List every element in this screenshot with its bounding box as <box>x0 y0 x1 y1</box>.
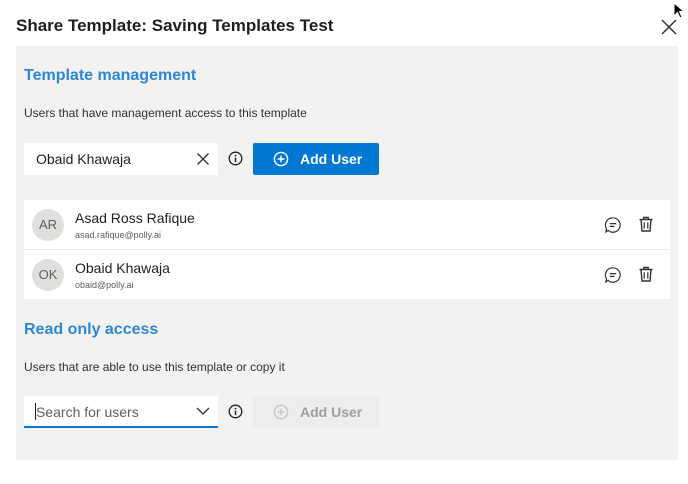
clear-icon[interactable] <box>196 152 210 166</box>
chevron-down-icon[interactable] <box>196 406 210 416</box>
info-icon[interactable] <box>228 151 243 166</box>
close-icon[interactable] <box>659 17 679 37</box>
text-caret <box>35 403 36 420</box>
user-email: obaid@polly.ai <box>75 280 134 290</box>
add-circle-icon <box>273 151 289 167</box>
delete-icon[interactable] <box>637 265 655 283</box>
readonly-description: Users that are able to use this template… <box>24 360 285 374</box>
avatar: OK <box>32 259 64 291</box>
chat-icon[interactable] <box>604 216 622 234</box>
management-user-input[interactable]: Obaid Khawaja <box>24 143 218 175</box>
add-management-user-label: Add User <box>300 151 363 167</box>
add-readonly-user-label: Add User <box>300 404 363 420</box>
list-item: AR Asad Ross Rafique asad.rafique@polly.… <box>24 200 670 250</box>
readonly-search-input[interactable]: Search for users <box>24 396 218 428</box>
add-management-user-button[interactable]: Add User <box>253 143 379 175</box>
management-section-title: Template management <box>24 67 197 84</box>
management-user-input-value: Obaid Khawaja <box>36 151 131 167</box>
dialog-title: Share Template: Saving Templates Test <box>16 16 334 35</box>
mouse-cursor-icon <box>673 2 686 19</box>
readonly-section-title: Read only access <box>24 321 159 338</box>
user-name: Obaid Khawaja <box>75 260 170 276</box>
add-readonly-user-button[interactable]: Add User <box>253 396 379 428</box>
delete-icon[interactable] <box>637 215 655 233</box>
user-email: asad.rafique@polly.ai <box>75 230 162 240</box>
management-description: Users that have management access to thi… <box>24 106 307 120</box>
list-item: OK Obaid Khawaja obaid@polly.ai <box>24 250 670 299</box>
user-name: Asad Ross Rafique <box>75 210 195 226</box>
add-circle-icon <box>273 404 289 420</box>
info-icon[interactable] <box>228 404 243 419</box>
readonly-search-placeholder: Search for users <box>36 404 139 420</box>
management-user-list: AR Asad Ross Rafique asad.rafique@polly.… <box>24 200 670 299</box>
avatar: AR <box>32 209 64 241</box>
chat-icon[interactable] <box>604 266 622 284</box>
